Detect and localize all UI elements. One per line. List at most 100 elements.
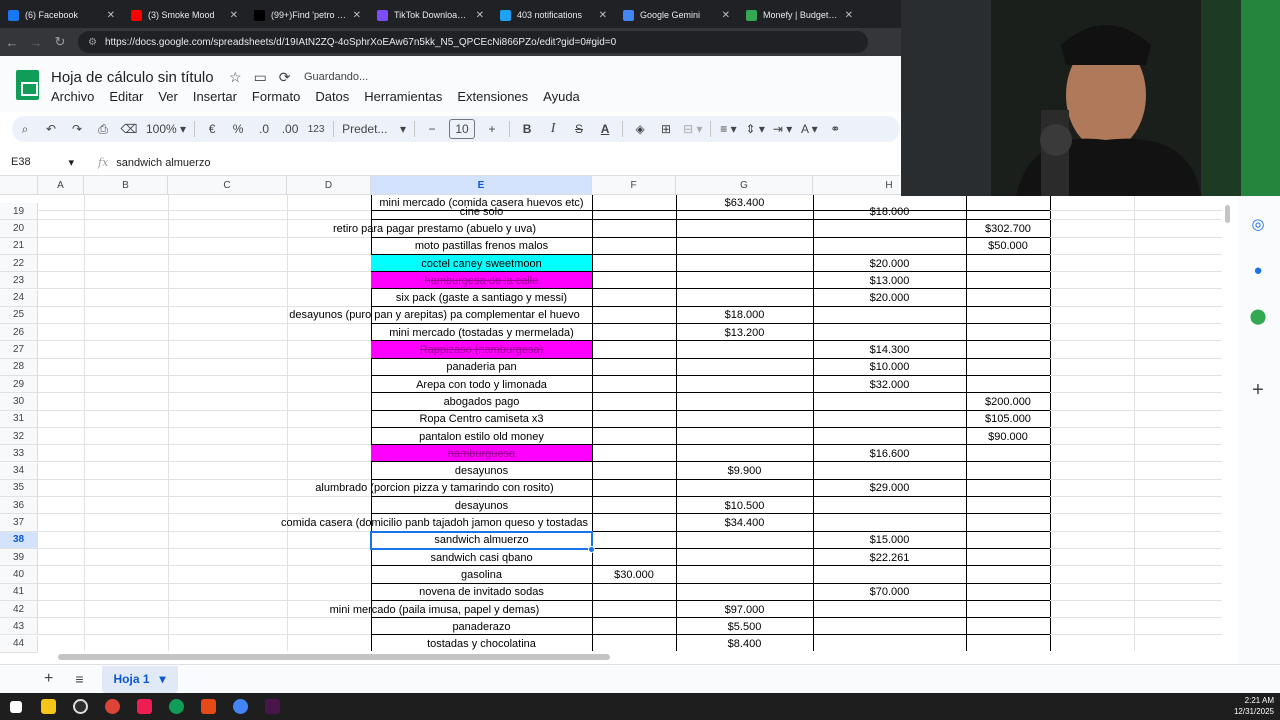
cell-i[interactable]: $50.000 — [966, 238, 1050, 255]
column-header[interactable]: E — [371, 176, 592, 195]
browser-tab[interactable]: (3) Smoke Mood ✕ — [123, 2, 246, 28]
cell-i[interactable] — [966, 359, 1050, 376]
menu-item[interactable]: Insertar — [193, 89, 237, 104]
cell-i[interactable] — [966, 618, 1050, 635]
cell-i[interactable]: $90.000 — [966, 428, 1050, 445]
chrome-profile-2-icon[interactable] — [224, 693, 256, 720]
cell-i[interactable] — [966, 307, 1050, 324]
cell-e[interactable]: Rappizaso (hamburgesa) — [371, 341, 592, 358]
browser-tab[interactable]: (99+)Find 'petro anu ✕ — [246, 2, 369, 28]
cell-e[interactable]: cine solo — [371, 203, 592, 220]
cell-g[interactable] — [676, 393, 813, 410]
system-clock[interactable]: 2:21 AM 12/31/2025 — [1234, 695, 1274, 717]
cell-i[interactable]: $302.700 — [966, 220, 1050, 237]
cell-e[interactable]: moto pastillas frenos malos — [371, 238, 592, 255]
row-header[interactable]: 27 — [0, 341, 38, 359]
cell-g[interactable] — [676, 272, 813, 289]
chrome-profile-icon[interactable] — [160, 693, 192, 720]
cell-i[interactable]: $105.000 — [966, 411, 1050, 428]
cell-h[interactable] — [813, 463, 966, 480]
cell-f[interactable] — [592, 393, 676, 410]
cell-h[interactable] — [813, 307, 966, 324]
cell-h[interactable]: $29.000 — [813, 480, 966, 497]
cell-h[interactable] — [813, 324, 966, 341]
cell-h[interactable] — [813, 393, 966, 410]
row-header[interactable]: 36 — [0, 497, 38, 515]
cell-f[interactable] — [592, 636, 676, 652]
decrease-decimals-button[interactable]: .0 — [251, 116, 277, 142]
insert-link-icon[interactable]: ⚭ — [822, 116, 848, 142]
file-explorer-icon[interactable] — [32, 693, 64, 720]
cell-e[interactable]: panaderia pan — [371, 359, 592, 376]
cell-f[interactable] — [592, 532, 676, 549]
bold-button[interactable]: B — [514, 116, 540, 142]
borders-icon[interactable]: ⊞ — [653, 116, 679, 142]
cell-g[interactable] — [676, 290, 813, 307]
font-size-increase-button[interactable]: + — [479, 116, 505, 142]
row-header[interactable]: 31 — [0, 410, 38, 428]
cell-f[interactable] — [592, 463, 676, 480]
cell-f[interactable] — [592, 601, 676, 618]
cell-f[interactable] — [592, 238, 676, 255]
name-box[interactable]: E38 ▾ — [0, 156, 80, 169]
text-color-button[interactable]: A — [592, 116, 618, 142]
menu-item[interactable]: Ayuda — [543, 89, 580, 104]
menu-item[interactable]: Formato — [252, 89, 300, 104]
cell-i[interactable] — [966, 584, 1050, 601]
close-tab-icon[interactable]: ✕ — [353, 10, 361, 21]
row-header[interactable]: 23 — [0, 272, 38, 290]
menu-item[interactable]: Herramientas — [364, 89, 442, 104]
cell-i[interactable] — [966, 601, 1050, 618]
cell-f[interactable] — [592, 428, 676, 445]
cell-i[interactable] — [966, 324, 1050, 341]
cell-e[interactable]: pantalon estilo old money — [371, 428, 592, 445]
cell-g[interactable] — [676, 549, 813, 566]
cell-grid[interactable]: mini mercado (comida casera huevos etc) $… — [38, 195, 1222, 651]
paint-format-icon[interactable]: ⌫ — [116, 116, 142, 142]
add-addon-icon[interactable]: + — [1250, 379, 1266, 401]
merge-cells-icon[interactable]: ⊟ ▾ — [679, 116, 706, 142]
cell-g[interactable] — [676, 203, 813, 220]
row-header[interactable]: 35 — [0, 479, 38, 498]
row-header[interactable]: 24 — [0, 289, 38, 307]
cell-h[interactable] — [813, 636, 966, 652]
maps-icon[interactable]: ⬤ — [1250, 308, 1267, 325]
browser-tab[interactable]: Monefy | Budget & Tr ✕ — [738, 2, 861, 28]
close-tab-icon[interactable]: ✕ — [599, 10, 607, 21]
cell-f[interactable] — [592, 290, 676, 307]
menu-item[interactable]: Ver — [158, 89, 178, 104]
calendar-icon[interactable]: ◎ — [1250, 216, 1266, 233]
slack-icon[interactable] — [256, 693, 288, 720]
site-info-icon[interactable]: ⚙ — [88, 37, 97, 48]
cell-e[interactable]: Arepa con todo y limonada — [371, 376, 592, 393]
cell-i[interactable] — [966, 497, 1050, 514]
cell-e[interactable]: coctel caney sweetmoon — [371, 255, 592, 272]
cell-g[interactable] — [676, 220, 813, 237]
cell-g[interactable] — [676, 238, 813, 255]
cell-e[interactable]: mini mercado (tostadas y mermelada) — [371, 324, 592, 341]
cell-f[interactable] — [592, 359, 676, 376]
text-rotation-icon[interactable]: A ▾ — [796, 116, 822, 142]
app-icon[interactable] — [192, 693, 224, 720]
redo-icon[interactable]: ↷ — [64, 116, 90, 142]
cell-f[interactable] — [592, 203, 676, 220]
sheets-logo-icon[interactable] — [16, 70, 39, 100]
browser-tab[interactable]: TikTok Downloader - ✕ — [369, 2, 492, 28]
cell-g[interactable]: $10.500 — [676, 497, 813, 514]
sheet-tab[interactable]: Hoja 1 ▾ — [101, 665, 178, 693]
cell-g[interactable] — [676, 341, 813, 358]
cell-e[interactable]: desayunos — [371, 497, 592, 514]
row-header[interactable]: 33 — [0, 445, 38, 463]
cell-g[interactable] — [676, 359, 813, 376]
cell-f[interactable] — [592, 618, 676, 635]
close-tab-icon[interactable]: ✕ — [230, 10, 238, 21]
url-field[interactable]: ⚙ https://docs.google.com/spreadsheets/d… — [78, 31, 868, 53]
cell-g[interactable] — [676, 584, 813, 601]
menu-item[interactable]: Editar — [109, 89, 143, 104]
cell-i[interactable] — [966, 445, 1050, 462]
cell-g[interactable]: $97.000 — [676, 601, 813, 618]
cell-i[interactable] — [966, 636, 1050, 652]
column-header[interactable]: C — [168, 176, 287, 195]
fill-color-icon[interactable]: ◈ — [627, 116, 653, 142]
vertical-scroll-thumb[interactable] — [1225, 205, 1230, 223]
